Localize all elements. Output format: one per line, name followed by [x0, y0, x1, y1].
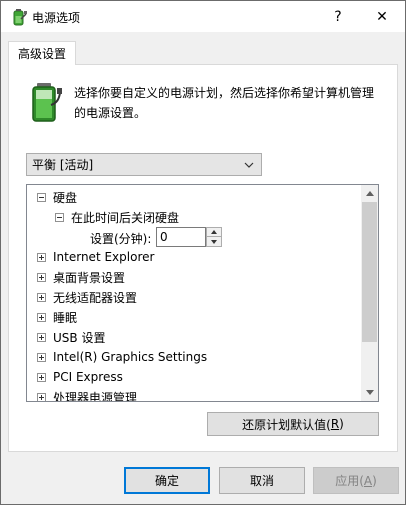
tree-item-label: 在此时间后关闭硬盘: [71, 210, 180, 225]
tree-item-pci-express[interactable]: PCI Express: [37, 367, 123, 387]
expand-icon[interactable]: [37, 272, 46, 282]
title-bar[interactable]: 电源选项 ? ✕: [1, 1, 405, 32]
tree-item-intel-graphics[interactable]: Intel(R) Graphics Settings: [37, 347, 207, 367]
power-plan-select-value: 平衡 [活动]: [32, 158, 94, 172]
expand-icon[interactable]: [37, 392, 46, 401]
help-button[interactable]: ?: [315, 1, 361, 32]
apply-close: ): [372, 473, 377, 488]
triangle-up-icon: [211, 230, 217, 234]
expand-icon[interactable]: [37, 292, 46, 302]
tree-item-label: 硬盘: [53, 190, 78, 205]
description-line-1: 选择你要自定义的电源计划，然后选择你希望计算机管理: [74, 86, 375, 100]
settings-tree[interactable]: 硬盘 在此时间后关闭硬盘 设置(分钟): 0 Internet Explorer…: [26, 184, 379, 402]
tree-scrollbar[interactable]: [361, 185, 378, 401]
triangle-down-icon: [211, 239, 217, 244]
chevron-up-icon: [365, 191, 374, 196]
apply-accesskey: A: [363, 473, 373, 488]
tree-item-label: Internet Explorer: [53, 250, 155, 264]
tree-item-turn-off-hard-disk[interactable]: 在此时间后关闭硬盘: [55, 207, 179, 227]
tree-item-label: PCI Express: [53, 370, 123, 384]
tree-item-label: 睡眠: [53, 310, 78, 325]
expand-icon[interactable]: [37, 372, 46, 382]
tree-item-usb-settings[interactable]: USB 设置: [37, 327, 105, 347]
tree-item-label: USB 设置: [53, 330, 106, 345]
power-options-window: 电源选项 ? ✕ 高级设置 选择你要自定义的电源计划，然后选择你希望计算机管理 …: [0, 0, 406, 505]
collapse-icon[interactable]: [37, 192, 46, 202]
tree-item-hard-disk[interactable]: 硬盘: [37, 187, 77, 207]
power-plan-select[interactable]: 平衡 [活动]: [26, 153, 262, 176]
expand-icon[interactable]: [37, 352, 46, 362]
setting-minutes-label: 设置(分钟):: [90, 232, 152, 246]
battery-icon: [32, 83, 62, 122]
collapse-icon[interactable]: [55, 212, 64, 222]
chevron-down-icon: [244, 162, 254, 168]
expand-icon[interactable]: [37, 332, 46, 342]
tree-item-label: Intel(R) Graphics Settings: [53, 350, 208, 364]
chevron-down-icon: [365, 390, 374, 395]
tree-item-wireless-adapter[interactable]: 无线适配器设置: [37, 287, 137, 307]
expand-icon[interactable]: [37, 252, 46, 262]
tree-item-processor-power[interactable]: 处理器电源管理: [37, 387, 138, 402]
close-button[interactable]: ✕: [359, 1, 405, 32]
scroll-down-button[interactable]: [361, 384, 378, 401]
tree-item-label: 处理器电源管理: [53, 390, 138, 402]
spin-down-button[interactable]: [207, 237, 221, 246]
restore-defaults-label: 还原计划默认值(: [242, 417, 331, 432]
tree-item-label: 桌面背景设置: [53, 270, 126, 285]
description-line-2: 的电源设置。: [74, 106, 147, 120]
apply-label: 应用(: [335, 474, 364, 488]
tab-advanced-settings[interactable]: 高级设置: [8, 41, 76, 65]
minutes-spinner[interactable]: [206, 227, 222, 247]
restore-defaults-accesskey: R: [330, 417, 340, 431]
spin-up-button[interactable]: [207, 228, 221, 237]
minutes-input[interactable]: 0: [156, 227, 206, 247]
restore-defaults-close: ): [339, 417, 344, 431]
window-title: 电源选项: [32, 11, 81, 25]
apply-button[interactable]: 应用(A): [313, 467, 399, 494]
scroll-thumb[interactable]: [362, 202, 377, 342]
description-text: 选择你要自定义的电源计划，然后选择你希望计算机管理 的电源设置。: [74, 83, 384, 123]
battery-plug-icon: [13, 9, 27, 26]
cancel-button[interactable]: 取消: [219, 467, 305, 494]
tree-item-internet-explorer[interactable]: Internet Explorer: [37, 247, 154, 267]
tree-item-desktop-background[interactable]: 桌面背景设置: [37, 267, 125, 287]
ok-button[interactable]: 确定: [124, 467, 210, 494]
restore-defaults-button[interactable]: 还原计划默认值(R): [207, 412, 379, 436]
expand-icon[interactable]: [37, 312, 46, 322]
scroll-up-button[interactable]: [361, 185, 378, 202]
tree-item-label: 无线适配器设置: [53, 290, 138, 305]
tree-item-sleep[interactable]: 睡眠: [37, 307, 77, 327]
